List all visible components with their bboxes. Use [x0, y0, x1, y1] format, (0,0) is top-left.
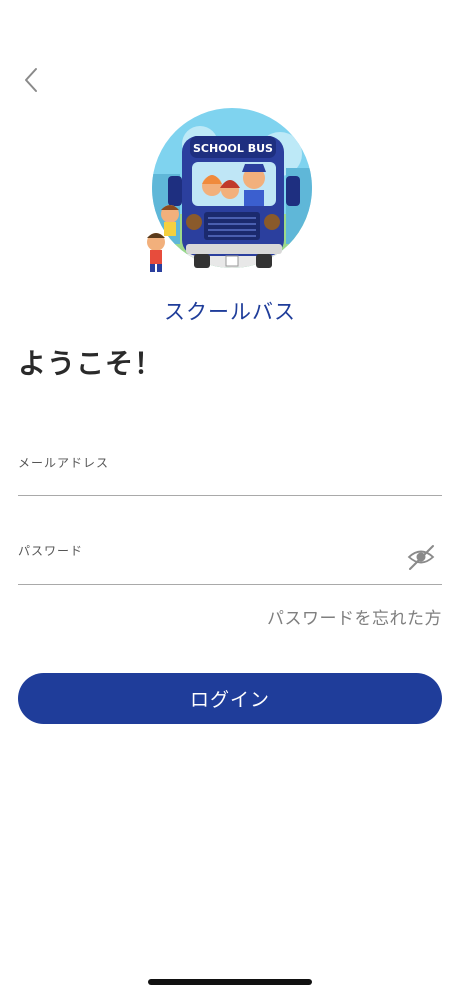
forgot-password-link[interactable]: パスワードを忘れた方 [267, 604, 442, 629]
password-field[interactable]: パスワード [18, 538, 442, 585]
back-button[interactable] [18, 62, 48, 98]
eye-slash-icon [407, 545, 435, 570]
app-logo: SCHOOL BUS [140, 104, 320, 276]
email-label: メールアドレス [18, 456, 110, 470]
logo-text: SCHOOL BUS [193, 142, 273, 155]
login-button[interactable]: ログイン [18, 673, 442, 724]
welcome-title: ようこそ！ [18, 347, 164, 380]
email-field[interactable]: メールアドレス [18, 450, 442, 496]
password-visibility-toggle[interactable] [406, 542, 436, 572]
home-indicator [148, 979, 312, 985]
email-input[interactable] [18, 472, 398, 492]
chevron-left-icon [25, 68, 37, 92]
password-input[interactable] [18, 560, 398, 580]
app-name: スクールバス [164, 300, 296, 324]
password-label: パスワード [18, 544, 84, 558]
